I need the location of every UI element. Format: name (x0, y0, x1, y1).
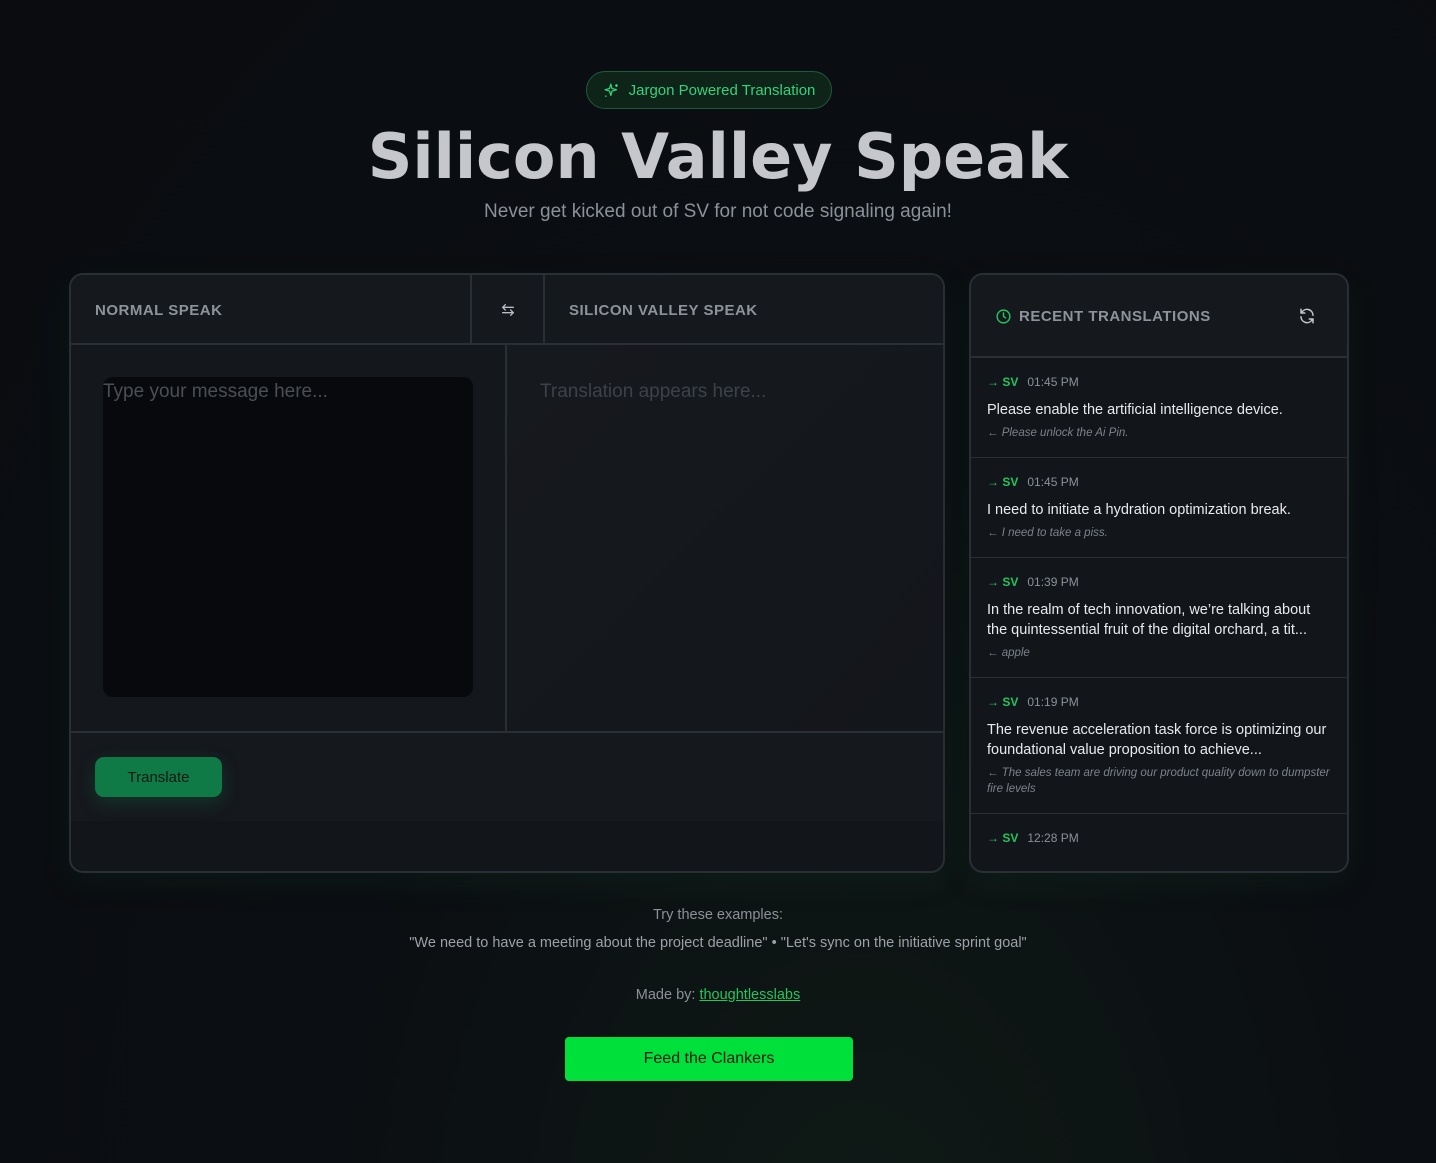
sv-tag: → SV (987, 831, 1019, 845)
input-pane (71, 345, 507, 731)
examples-label: Try these examples: (652, 907, 783, 923)
item-translation: In the realm of tech innovation, we’re t… (987, 602, 1311, 638)
page-subtitle: Never get kicked out of SV for not code … (484, 201, 952, 222)
clock-icon (996, 309, 1011, 324)
item-time: 01:45 PM (1027, 375, 1079, 389)
item-time: 01:39 PM (1027, 575, 1079, 589)
translator-footer: Translate (71, 731, 943, 821)
item-original: ← Please unlock the Ai Pin. (987, 427, 1129, 439)
item-original: ← I need to take a piss. (987, 527, 1108, 539)
author-link[interactable]: thoughtlesslabs (699, 987, 800, 1003)
item-time: 01:19 PM (1027, 695, 1079, 709)
list-item[interactable]: → SV 12:28 PM (971, 814, 1347, 871)
item-translation: Please enable the artificial intelligenc… (987, 402, 1283, 418)
swap-button[interactable] (470, 275, 545, 345)
message-input[interactable] (103, 377, 473, 697)
sv-tag: → SV (987, 695, 1019, 709)
made-by: Made by: thoughtlesslabs (0, 987, 1436, 1003)
output-pane: Translation appears here... (507, 345, 943, 731)
examples-row: "We need to have a meeting about the pro… (0, 935, 1436, 951)
jargon-badge: Jargon Powered Translation (586, 71, 832, 109)
feed-clankers-button[interactable]: Feed the Clankers (565, 1037, 853, 1081)
translate-button[interactable]: Translate (95, 757, 222, 797)
recent-translations-panel: RECENT TRANSLATIONS → SV 01:45 PM Please … (969, 273, 1349, 873)
recent-header: RECENT TRANSLATIONS (971, 275, 1347, 358)
translator-card: NORMAL SPEAK SILICON VALLEY SPEAK Transl… (69, 273, 945, 873)
normal-speak-label: NORMAL SPEAK (95, 302, 223, 319)
item-translation: The revenue acceleration task force is o… (987, 722, 1327, 758)
list-item[interactable]: → SV 01:45 PM I need to initiate a hydrat… (971, 458, 1347, 558)
sv-speak-label: SILICON VALLEY SPEAK (569, 302, 758, 319)
example-separator: • (767, 935, 781, 951)
list-item[interactable]: → SV 01:45 PM Please enable the artificia… (971, 358, 1347, 458)
example-1[interactable]: "We need to have a meeting about the pro… (409, 935, 767, 951)
item-translation: I need to initiate a hydration optimizat… (987, 502, 1291, 518)
translator-header: NORMAL SPEAK SILICON VALLEY SPEAK (71, 275, 943, 345)
item-original: ← apple (987, 647, 1030, 659)
badge-label: Jargon Powered Translation (628, 81, 816, 99)
sv-tag: → SV (987, 375, 1019, 389)
sv-tag: → SV (987, 575, 1019, 589)
recent-title: RECENT TRANSLATIONS (1019, 308, 1211, 325)
made-by-label: Made by: (635, 987, 700, 1003)
swap-arrows-icon (501, 304, 514, 316)
list-item[interactable]: → SV 01:19 PM The revenue acceleration ta… (971, 678, 1347, 814)
list-item[interactable]: → SV 01:39 PM In the realm of tech innova… (971, 558, 1347, 678)
sv-tag: → SV (987, 475, 1019, 489)
item-time: 12:28 PM (1027, 831, 1079, 845)
sparkle-icon (604, 82, 618, 97)
translation-output: Translation appears here... (540, 381, 767, 402)
item-original: ← The sales team are driving our product… (987, 767, 1330, 795)
recent-list: → SV 01:45 PM Please enable the artificia… (971, 358, 1347, 871)
refresh-icon[interactable] (1298, 307, 1316, 325)
page-title: Silicon Valley Speak (367, 120, 1069, 193)
item-time: 01:45 PM (1027, 475, 1079, 489)
example-2[interactable]: "Let's sync on the initiative sprint goa… (781, 935, 1027, 951)
